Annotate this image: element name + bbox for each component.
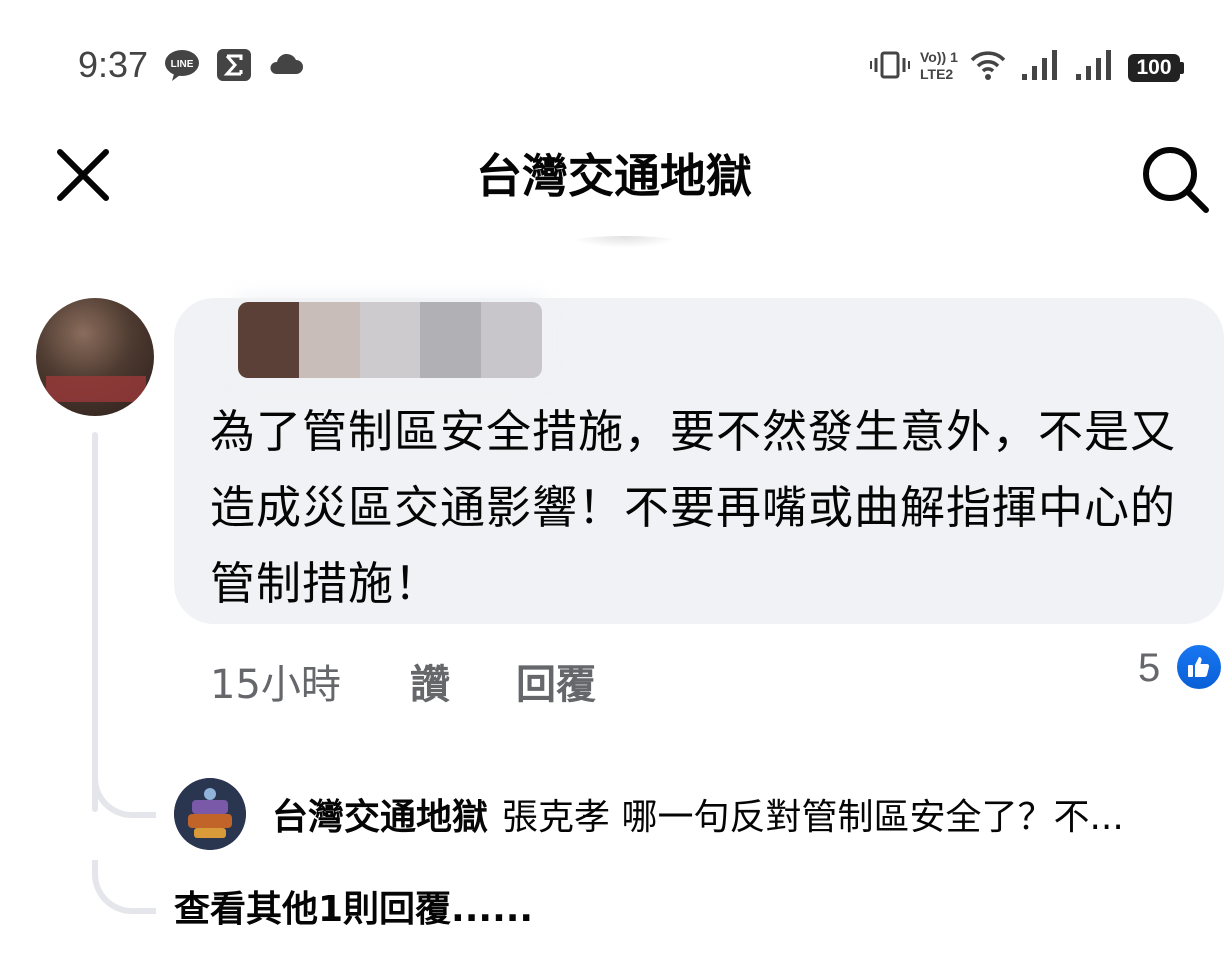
thread-connector <box>92 770 156 818</box>
reply-author[interactable]: 台灣交通地獄 <box>272 797 488 838</box>
comment-bubble: 為了管制區安全措施，要不然發生意外，不是又造成災區交通影響！不要再嘴或曲解指揮中… <box>174 298 1224 624</box>
svg-text:Vo)) 1: Vo)) 1 <box>920 49 958 65</box>
avatar[interactable] <box>36 298 154 416</box>
line-icon: LINE <box>164 48 200 82</box>
comment-text: 為了管制區安全措施，要不然發生意外，不是又造成災區交通影響！不要再嘴或曲解指揮中… <box>210 405 1177 610</box>
reply-text: 張克孝 哪一句反對管制區安全了？不... <box>502 797 1124 838</box>
cloud-icon <box>268 48 304 82</box>
signal-icon <box>1020 48 1060 82</box>
battery-cap <box>1180 62 1184 74</box>
vibrate-icon <box>870 48 910 82</box>
wifi-icon <box>970 48 1006 82</box>
thumbs-up-icon[interactable] <box>1174 642 1224 692</box>
thread-connector <box>92 860 156 914</box>
comment-timestamp[interactable]: 15小時 <box>210 652 341 710</box>
view-more-replies-link[interactable]: 查看其他1則回覆...... <box>174 880 533 932</box>
search-icon <box>1143 147 1209 213</box>
reaction-count[interactable]: 5 <box>1138 646 1160 691</box>
signal-icon <box>1074 48 1114 82</box>
author-name-blurred[interactable] <box>238 302 542 378</box>
search-button[interactable] <box>1138 142 1212 216</box>
reply-preview[interactable]: 台灣交通地獄 張克孝 哪一句反對管制區安全了？不... <box>272 788 1202 844</box>
scroll-shadow <box>570 236 680 248</box>
svg-text:LTE2: LTE2 <box>920 66 953 82</box>
reply-button[interactable]: 回覆 <box>516 652 596 710</box>
status-time: 9:37 <box>78 44 149 85</box>
page-title: 台灣交通地獄 <box>476 149 752 203</box>
sigma-icon <box>216 48 252 82</box>
thread-line <box>92 432 98 812</box>
reply-avatar[interactable] <box>174 778 246 850</box>
volte-lte2-icon: Vo)) 1 LTE2 <box>918 48 964 82</box>
svg-text:LINE: LINE <box>171 59 194 70</box>
battery-indicator: 100 <box>1128 54 1180 82</box>
like-button[interactable]: 讚 <box>410 652 450 710</box>
